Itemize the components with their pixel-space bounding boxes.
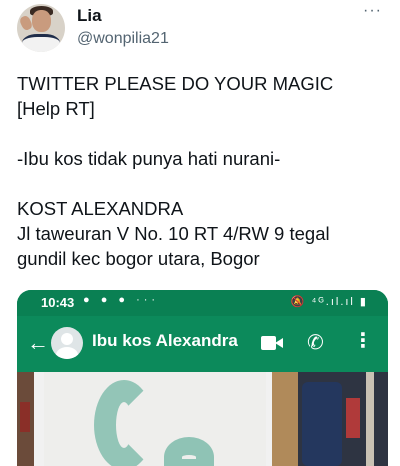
menu-icon: ⋮ xyxy=(353,330,373,352)
tweet-media-image[interactable]: 10:43 ● ● ● ··· 🔕 ⁴ᴳ.ıl.ıl ▮ ← Ibu kos A… xyxy=(17,290,388,466)
back-arrow-icon: ← xyxy=(27,330,49,355)
photo-pillow xyxy=(44,372,266,466)
user-handle[interactable]: @wonpilia21 xyxy=(77,30,169,48)
notification-icons: ● ● ● ··· xyxy=(83,294,160,306)
tweet-text: TWITTER PLEASE DO YOUR MAGIC [Help RT] -… xyxy=(17,71,392,271)
status-time: 10:43 xyxy=(41,295,75,310)
photo-thumbnail-right xyxy=(272,372,388,466)
phone-call-icon: ✆ xyxy=(307,332,324,354)
tweet: Lia @wonpilia21 ··· TWITTER PLEASE DO YO… xyxy=(0,0,400,466)
tweet-line: -Ibu kos tidak punya hati nurani- xyxy=(17,148,281,169)
display-name[interactable]: Lia xyxy=(77,6,102,26)
tweet-line: Jl taweuran V No. 10 RT 4/RW 9 tegal xyxy=(17,223,330,244)
contact-name: Ibu kos Alexandra xyxy=(92,331,238,350)
photo-thumbnail-left xyxy=(17,372,34,466)
more-options-icon[interactable]: ··· xyxy=(363,2,382,20)
whatsapp-header: ← Ibu kos Alexandra ✆ ⋮ xyxy=(17,316,388,372)
chat-photos xyxy=(17,372,388,466)
tweet-line: KOST ALEXANDRA xyxy=(17,198,184,219)
system-icons: 🔕 ⁴ᴳ.ıl.ıl ▮ xyxy=(290,296,368,308)
tweet-line: TWITTER PLEASE DO YOUR MAGIC xyxy=(17,73,334,94)
tweet-line: gundil kec bogor utara, Bogor xyxy=(17,248,260,269)
contact-avatar-icon xyxy=(51,327,83,359)
tweet-line: [Help RT] xyxy=(17,98,95,119)
video-call-icon xyxy=(261,336,283,350)
user-avatar[interactable] xyxy=(17,4,65,52)
phone-status-bar: 10:43 ● ● ● ··· 🔕 ⁴ᴳ.ıl.ıl ▮ xyxy=(17,290,388,316)
